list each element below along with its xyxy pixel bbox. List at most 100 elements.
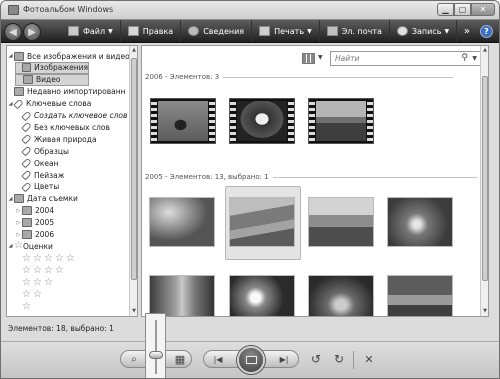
tree-item[interactable]: ▷ 2005 bbox=[15, 217, 54, 229]
tree-item-label: Ключевые слова bbox=[26, 99, 92, 109]
view-options-icon[interactable] bbox=[302, 53, 315, 64]
folder-icon bbox=[23, 75, 33, 85]
scroll-up-icon[interactable]: ▲ bbox=[481, 46, 488, 55]
expand-arrow-icon[interactable]: ▷ bbox=[15, 220, 22, 226]
rating-filter[interactable]: ☆ ☆ bbox=[22, 289, 44, 301]
scroll-up-icon[interactable]: ▲ bbox=[130, 46, 137, 55]
video-frame bbox=[237, 101, 287, 141]
delete-icon[interactable]: ✕ bbox=[360, 350, 378, 368]
maximize-button[interactable]: ▢ bbox=[454, 3, 471, 16]
chevron-down-icon[interactable]: ▼ bbox=[318, 54, 323, 61]
back-button[interactable]: ◀ bbox=[4, 23, 22, 41]
print-icon bbox=[259, 26, 271, 36]
next-icon[interactable]: ▶| bbox=[274, 351, 294, 367]
tree-item[interactable]: ▷ 2006 bbox=[15, 229, 54, 241]
video-frame bbox=[316, 101, 366, 141]
overflow-chevron-icon[interactable]: » bbox=[464, 26, 470, 37]
expand-arrow-icon[interactable]: ▷ bbox=[15, 208, 22, 214]
edit-icon bbox=[127, 26, 139, 36]
menu-label: Файл bbox=[83, 26, 106, 36]
search-box: ⚲ ▼ bbox=[330, 51, 481, 66]
navigation-scrollbar[interactable]: ▲ ▼ bbox=[129, 46, 137, 316]
scroll-down-icon[interactable]: ▼ bbox=[481, 307, 488, 316]
star-icon: ☆ bbox=[32, 289, 42, 300]
zoom-icon[interactable]: ⌕ bbox=[125, 351, 143, 367]
forward-button[interactable]: ▶ bbox=[23, 23, 41, 41]
tree-item[interactable]: ◢ Ключевые слова bbox=[7, 98, 91, 110]
menu-file[interactable]: Файл ▼ bbox=[61, 20, 121, 42]
tree-item[interactable]: Цветы bbox=[15, 181, 59, 193]
rating-filter[interactable]: ☆ bbox=[22, 301, 33, 313]
rating-filter[interactable]: ☆ ☆ ☆ ☆ ☆ bbox=[22, 253, 77, 265]
expand-arrow-icon[interactable]: ◢ bbox=[7, 196, 14, 202]
tree-item[interactable]: Видео bbox=[15, 73, 89, 86]
tree-item[interactable]: Океан bbox=[15, 157, 59, 169]
expand-arrow-icon[interactable]: ▷ bbox=[15, 232, 22, 238]
thumbnail-scrollbar[interactable]: ▲ ▼ bbox=[480, 46, 488, 316]
tag-icon bbox=[21, 181, 32, 193]
tree-item-label: Оценки bbox=[22, 241, 53, 251]
folder-icon bbox=[22, 63, 32, 73]
menu-info[interactable]: Сведения bbox=[181, 20, 253, 42]
folder-icon bbox=[22, 230, 32, 239]
menu-burn[interactable]: Запись ▼ bbox=[390, 20, 458, 42]
group-header-2006[interactable]: 2006 - Элементов: 3 bbox=[145, 73, 454, 81]
tree-item[interactable]: Образцы bbox=[15, 145, 69, 157]
tree-item[interactable]: Без ключевых слов bbox=[15, 121, 110, 133]
tree-item[interactable]: Создать ключевое слов bbox=[15, 110, 127, 122]
star-icon: ☆ bbox=[22, 289, 31, 300]
menu-print[interactable]: Печать ▼ bbox=[252, 20, 320, 42]
photo-thumbnail[interactable] bbox=[229, 275, 295, 316]
rotate-left-icon[interactable]: ↺ bbox=[307, 350, 325, 368]
tree-item[interactable]: Изображения bbox=[15, 61, 89, 74]
tree-item[interactable]: Живая природа bbox=[15, 133, 97, 145]
video-thumbnail[interactable] bbox=[308, 98, 374, 144]
tree-item-label: Все изображения и видео bbox=[27, 51, 130, 61]
photo-thumbnail[interactable] bbox=[308, 275, 374, 316]
status-bar-text: Элементов: 18, выбрано: 1 bbox=[8, 324, 114, 333]
tree-item[interactable]: ◢ Все изображения и видео bbox=[7, 50, 130, 62]
video-thumbnail[interactable] bbox=[229, 98, 295, 144]
photo-thumbnail[interactable] bbox=[308, 197, 374, 247]
close-button[interactable]: ✕ bbox=[471, 3, 495, 16]
scrollbar-thumb[interactable] bbox=[131, 58, 137, 280]
photo-thumbnail[interactable] bbox=[387, 197, 453, 247]
rotate-right-icon[interactable]: ↻ bbox=[330, 350, 348, 368]
expand-arrow-icon[interactable]: ◢ bbox=[7, 53, 14, 59]
tree-item[interactable]: ▷ 2004 bbox=[15, 205, 54, 217]
photo-thumbnail[interactable] bbox=[387, 275, 453, 316]
photo-thumbnail[interactable] bbox=[149, 197, 215, 247]
chevron-down-icon: ▼ bbox=[108, 27, 113, 35]
zoom-slider-knob[interactable] bbox=[149, 351, 163, 359]
search-dropdown-icon[interactable]: ▼ bbox=[472, 55, 477, 62]
minimize-button[interactable]: ▁ bbox=[437, 3, 454, 16]
menu-email[interactable]: Эл. почта bbox=[320, 20, 390, 42]
previous-icon[interactable]: |◀ bbox=[208, 351, 228, 367]
video-thumbnail[interactable] bbox=[150, 98, 216, 144]
photo-thumbnail[interactable] bbox=[149, 275, 215, 316]
tree-item[interactable]: Пейзаж bbox=[15, 169, 64, 181]
expand-arrow-icon[interactable]: ◢ bbox=[7, 243, 14, 249]
menu-edit[interactable]: Правка bbox=[121, 20, 182, 42]
thumbnail-grid-icon[interactable]: ▦ bbox=[171, 351, 189, 367]
zoom-slider-track[interactable] bbox=[155, 320, 157, 374]
slideshow-button[interactable] bbox=[237, 346, 265, 374]
photo-gallery-window: Фотоальбом Windows ▁ ▢ ✕ ◀ ▶ Файл ▼ Правка… bbox=[0, 0, 500, 379]
rating-filter[interactable]: ☆ ☆ ☆ ☆ bbox=[22, 265, 66, 277]
scrollbar-thumb[interactable] bbox=[482, 76, 488, 281]
tree-item[interactable]: ◢ ☆ Оценки bbox=[7, 240, 53, 252]
rating-filter[interactable]: ☆ ☆ ☆ bbox=[22, 277, 55, 289]
chevron-down-icon: ▼ bbox=[444, 27, 450, 35]
photo-thumbnail-selected[interactable] bbox=[229, 197, 295, 247]
help-icon[interactable]: ? bbox=[480, 24, 493, 38]
menu-label: Сведения bbox=[203, 26, 245, 36]
star-icon: ☆ bbox=[22, 253, 31, 265]
search-icon[interactable]: ⚲ bbox=[461, 53, 468, 63]
star-icon: ☆ bbox=[32, 265, 42, 277]
scroll-down-icon[interactable]: ▼ bbox=[130, 307, 137, 316]
tree-item[interactable]: Недавно импортированн bbox=[7, 86, 126, 98]
group-header-2005[interactable]: 2005 - Элементов: 13, выбрано: 1 bbox=[145, 173, 478, 181]
tree-item[interactable]: ◢ Дата съемки bbox=[7, 193, 78, 205]
window-controls: ▁ ▢ ✕ bbox=[437, 3, 495, 16]
search-input[interactable] bbox=[331, 52, 456, 65]
